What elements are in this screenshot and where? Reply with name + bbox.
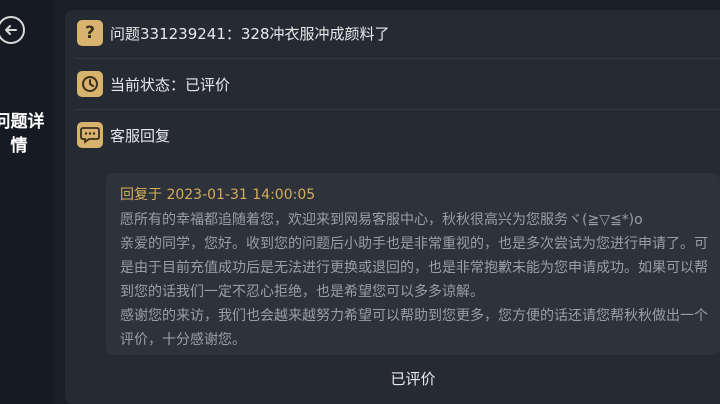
page-title-line2: 情 — [10, 136, 28, 156]
question-row: ? 问题331239241：328冲衣服冲成颜料了 — [75, 8, 720, 59]
reply-timestamp: 回复于 2023-01-31 14:00:05 — [120, 187, 316, 203]
reply-paragraph: 感谢您的来访，我们也会越来越努力希望可以帮助到您更多，您方便的话还请您帮秋秋做出… — [120, 308, 708, 348]
status-row: 当前状态：已评价 — [75, 59, 720, 110]
clock-icon — [77, 71, 103, 97]
reply-body: 愿所有的幸福都追随着您，欢迎来到网易客服中心，秋秋很高兴为您服务ヾ(≧▽≦*)o… — [120, 208, 710, 352]
chat-bubble-icon — [77, 122, 103, 148]
reply-paragraph: 亲爱的同学，您好。收到您的问题后小助手也是非常重视的，也是多次尝试为您进行申请了… — [120, 236, 708, 300]
question-title: 问题331239241：328冲衣服冲成颜料了 — [110, 24, 390, 43]
current-status: 当前状态：已评价 — [110, 75, 231, 94]
page-title-line1: 问题详 — [0, 112, 45, 132]
reply-paragraph: 愿所有的幸福都追随着您，欢迎来到网易客服中心，秋秋很高兴为您服务ヾ(≧▽≦*)o — [120, 212, 643, 228]
question-mark-icon: ? — [77, 20, 103, 46]
reply-card: 回复于 2023-01-31 14:00:05 愿所有的幸福都追随着您，欢迎来到… — [106, 173, 720, 355]
back-arrow-icon[interactable] — [0, 16, 25, 44]
evaluated-status-button[interactable]: 已评价 — [340, 368, 486, 389]
page-title: 问题详 情 — [0, 110, 46, 158]
reply-section-label: 客服回复 — [110, 126, 171, 145]
sidebar: 问题详 情 — [0, 0, 54, 404]
reply-section-row: 客服回复 — [75, 110, 720, 160]
